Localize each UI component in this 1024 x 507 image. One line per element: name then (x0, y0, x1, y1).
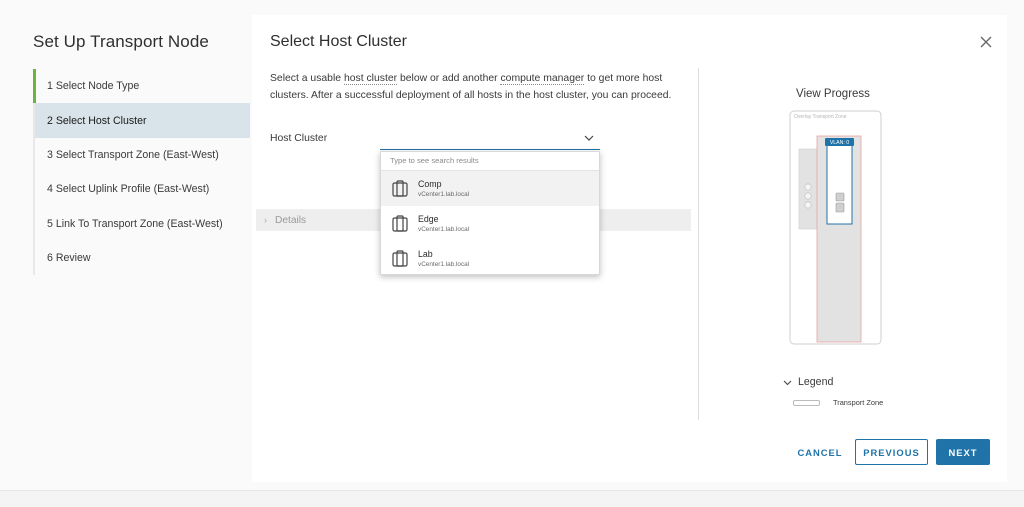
step-select-host-cluster[interactable]: 2 Select Host Cluster (35, 103, 250, 138)
dropdown-item-lab[interactable]: Lab vCenter1.lab.local (381, 241, 599, 276)
page-title: Select Host Cluster (270, 33, 407, 50)
close-icon[interactable] (979, 35, 993, 49)
cluster-icon (392, 180, 408, 197)
host-cluster-dropdown: Type to see search results Comp vCenter1… (380, 151, 600, 275)
item-name: Comp (418, 178, 442, 189)
description-part: Select a usable (270, 73, 344, 84)
overlay-zone-label: Overlay Transport Zone (794, 114, 847, 120)
chevron-right-icon: › (264, 215, 267, 225)
progress-diagram: Overlay Transport Zone VLAN: 0 (789, 110, 882, 345)
step-link-transport-zone[interactable]: 5 Link To Transport Zone (East-West) (35, 207, 250, 241)
bottom-strip (0, 490, 1024, 507)
transport-zone-swatch (793, 399, 820, 406)
legend-toggle[interactable]: Legend (783, 376, 833, 388)
host-cluster-select[interactable] (380, 130, 600, 150)
details-label: Details (275, 214, 307, 226)
description-part: below or add another (397, 73, 501, 84)
legend-transport-zone: Transport Zone (793, 398, 883, 407)
compute-manager-term[interactable]: compute manager (500, 73, 585, 85)
host-cluster-term[interactable]: host cluster (343, 73, 398, 85)
dropdown-item-comp[interactable]: Comp vCenter1.lab.local (381, 171, 599, 206)
item-name: Lab (418, 248, 433, 259)
item-host: vCenter1.lab.local (418, 260, 470, 268)
previous-button[interactable]: PREVIOUS (855, 439, 928, 465)
chevron-down-icon (783, 380, 792, 385)
step-review[interactable]: 6 Review (35, 241, 250, 275)
description-text: Select a usable host cluster below or ad… (270, 70, 695, 104)
progress-title: View Progress (796, 88, 870, 100)
wizard-nav: Set Up Transport Node 1 Select Node Type… (0, 0, 250, 490)
legend-title: Legend (798, 376, 834, 388)
item-host: vCenter1.lab.local (418, 190, 470, 198)
item-host: vCenter1.lab.local (418, 225, 470, 233)
item-name: Edge (418, 213, 439, 224)
vlan-badge-label: VLAN: 0 (830, 140, 849, 146)
cluster-icon (392, 215, 408, 232)
step-select-uplink-profile[interactable]: 4 Select Uplink Profile (East-West) (35, 172, 250, 206)
wizard-steps: 1 Select Node Type 2 Select Host Cluster… (33, 69, 250, 276)
cancel-button[interactable]: CANCEL (792, 439, 848, 465)
panel-divider (698, 68, 699, 420)
dropdown-item-edge[interactable]: Edge vCenter1.lab.local (381, 206, 599, 241)
chevron-down-icon (584, 135, 594, 141)
legend-item-label: Transport Zone (833, 398, 884, 407)
dropdown-item-text: Edge vCenter1.lab.local (418, 214, 469, 234)
dropdown-search-input[interactable]: Type to see search results (381, 152, 599, 171)
cluster-icon (392, 250, 408, 267)
next-button[interactable]: NEXT (936, 439, 990, 465)
wizard-title: Set Up Transport Node (33, 32, 209, 51)
step-select-transport-zone[interactable]: 3 Select Transport Zone (East-West) (35, 138, 250, 172)
dropdown-item-text: Comp vCenter1.lab.local (418, 179, 469, 199)
main-panel: Select Host Cluster Select a usable host… (252, 15, 1007, 482)
host-cluster-label: Host Cluster (270, 133, 328, 144)
dropdown-item-text: Lab vCenter1.lab.local (418, 249, 469, 269)
step-select-node-type[interactable]: 1 Select Node Type (33, 69, 250, 104)
